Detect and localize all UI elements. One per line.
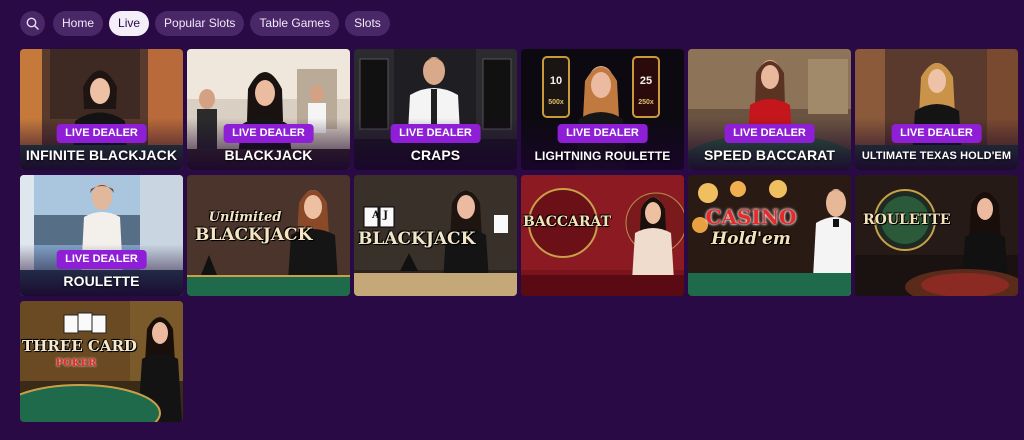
game-tile-infinite-blackjack[interactable]: LIVE DEALER INFINITE BLACKJACK bbox=[20, 49, 183, 170]
game-tile-unlimited-blackjack[interactable]: Unlimited BLACKJACK bbox=[187, 175, 350, 296]
game-logo: BACCARAT bbox=[523, 214, 611, 230]
live-dealer-badge: LIVE DEALER bbox=[223, 124, 314, 143]
game-logo-top: Unlimited bbox=[208, 210, 282, 225]
tab-live[interactable]: Live bbox=[109, 11, 150, 36]
game-title: INFINITE BLACKJACK bbox=[25, 147, 178, 163]
dealer-thumbnail bbox=[521, 175, 684, 296]
game-grid: LIVE DEALER INFINITE BLACKJACK LIVE DEAL… bbox=[20, 49, 1018, 422]
game-tile-three-card-poker[interactable]: THREE CARD POKER bbox=[20, 301, 183, 422]
tab-table-games[interactable]: Table Games bbox=[250, 11, 340, 36]
game-title: ROULETTE bbox=[63, 273, 140, 289]
multiplier-left: 10 bbox=[549, 75, 563, 87]
game-logo-sub: POKER bbox=[55, 358, 97, 369]
multiplier-right-value: 250x bbox=[638, 99, 654, 106]
game-logo: Hold'em bbox=[711, 229, 791, 249]
tab-slots[interactable]: Slots bbox=[345, 11, 390, 36]
game-logo: THREE CARD bbox=[22, 337, 137, 355]
search-icon bbox=[26, 17, 39, 30]
tab-popular-slots[interactable]: Popular Slots bbox=[155, 11, 245, 36]
live-dealer-badge: LIVE DEALER bbox=[56, 124, 147, 143]
game-title: BLACKJACK bbox=[224, 147, 313, 163]
game-logo: BLACKJACK bbox=[195, 225, 313, 245]
live-dealer-badge: LIVE DEALER bbox=[56, 250, 147, 269]
game-tile-blackjack-table[interactable]: A J BLACKJACK bbox=[354, 175, 517, 296]
game-logo: ROULETTE bbox=[863, 212, 951, 228]
game-title: CRAPS bbox=[410, 147, 461, 163]
game-title: ULTIMATE TEXAS HOLD'EM bbox=[861, 150, 1012, 162]
category-nav: Home Live Popular Slots Table Games Slot… bbox=[20, 11, 390, 36]
game-tile-blackjack[interactable]: LIVE DEALER BLACKJACK bbox=[187, 49, 350, 170]
game-logo-cards: A J bbox=[372, 210, 388, 221]
multiplier-right: 25 bbox=[639, 75, 653, 87]
game-tile-lightning-roulette[interactable]: 10 500x 25 250x LIVE DEALER LIGHTNING RO… bbox=[521, 49, 684, 170]
multiplier-left-value: 500x bbox=[548, 99, 564, 106]
dealer-thumbnail bbox=[855, 175, 1018, 296]
game-logo-top: CASINO bbox=[705, 205, 797, 229]
live-dealer-badge: LIVE DEALER bbox=[390, 124, 481, 143]
tab-home[interactable]: Home bbox=[53, 11, 104, 36]
game-tile-roulette-table[interactable]: ROULETTE bbox=[855, 175, 1018, 296]
live-dealer-badge: LIVE DEALER bbox=[891, 124, 982, 143]
game-tile-speed-baccarat[interactable]: LIVE DEALER SPEED BACCARAT bbox=[688, 49, 851, 170]
game-logo: BLACKJACK bbox=[358, 229, 476, 249]
game-tile-craps[interactable]: LIVE DEALER CRAPS bbox=[354, 49, 517, 170]
search-button[interactable] bbox=[20, 11, 45, 36]
game-tile-baccarat[interactable]: BACCARAT bbox=[521, 175, 684, 296]
game-tile-casino-holdem[interactable]: CASINO Hold'em bbox=[688, 175, 851, 296]
live-dealer-badge: LIVE DEALER bbox=[724, 124, 815, 143]
game-tile-roulette-live[interactable]: LIVE DEALER ROULETTE bbox=[20, 175, 183, 296]
live-dealer-badge: LIVE DEALER bbox=[557, 124, 648, 143]
game-title: LIGHTNING ROULETTE bbox=[534, 149, 671, 163]
game-tile-ultimate-texas-holdem[interactable]: LIVE DEALER ULTIMATE TEXAS HOLD'EM bbox=[855, 49, 1018, 170]
game-title: SPEED BACCARAT bbox=[703, 147, 836, 163]
